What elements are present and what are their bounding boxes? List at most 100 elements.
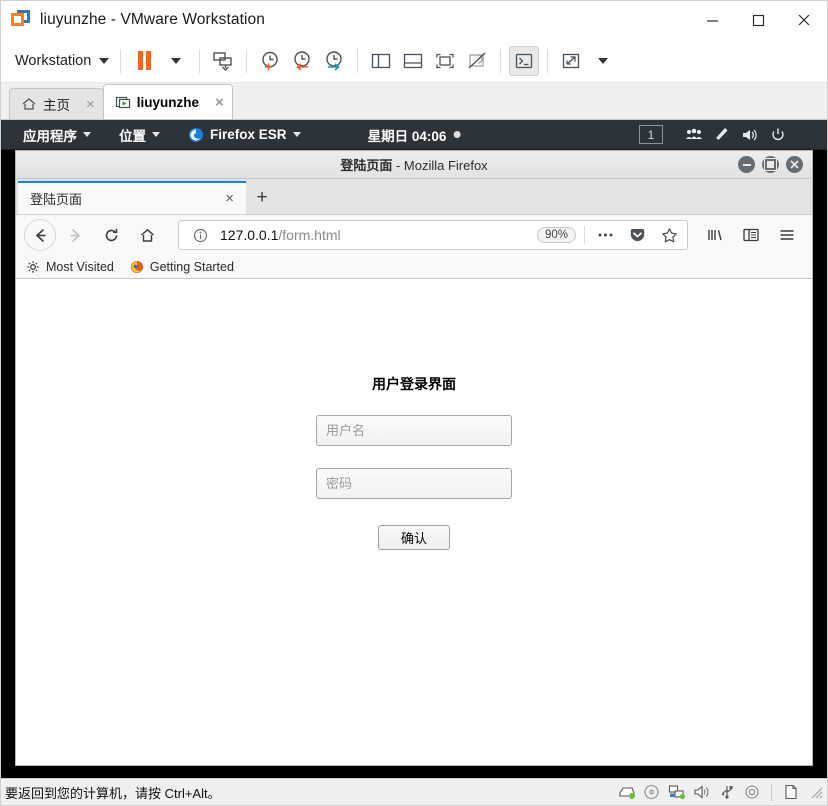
- chevron-down-icon[interactable]: [793, 123, 819, 147]
- gnome-tray: 1: [639, 123, 827, 147]
- snapshot-manager-button[interactable]: [319, 46, 349, 76]
- page-content-area: 用户登录界面 确认: [16, 279, 812, 765]
- printer-icon[interactable]: [741, 782, 763, 802]
- home-button[interactable]: [130, 220, 164, 250]
- sound-card-icon[interactable]: [691, 782, 713, 802]
- password-input[interactable]: [316, 468, 512, 499]
- show-thumbnails-button[interactable]: [398, 46, 428, 76]
- hamburger-icon: [780, 230, 794, 240]
- info-circle-icon[interactable]: [188, 224, 212, 246]
- document-icon[interactable]: [780, 782, 802, 802]
- gear-icon: [26, 260, 40, 273]
- reload-icon: [105, 228, 117, 241]
- revert-snapshot-button[interactable]: [287, 46, 317, 76]
- page-actions-ellipsis-icon[interactable]: [593, 224, 617, 246]
- forward-button[interactable]: [58, 220, 92, 250]
- power-icon[interactable]: [765, 123, 791, 147]
- vmware-titlebar: liuyunzhe - VMware Workstation: [1, 1, 827, 39]
- bookmark-getting-started-label: Getting Started: [149, 259, 234, 274]
- ff-minimize-button[interactable]: [738, 156, 755, 173]
- sidebar-button[interactable]: [734, 220, 768, 250]
- firefox-icon: [130, 260, 143, 273]
- gnome-clock[interactable]: 星期日 04:06: [368, 125, 461, 145]
- firefox-window: 登陆页面 - Mozilla Firefox 登陆页面 × + 127.0.0.…: [15, 150, 813, 766]
- firefox-tab-label: 登陆页面: [30, 192, 83, 207]
- bookmark-getting-started[interactable]: Getting Started: [130, 260, 234, 274]
- statusbar-divider: [771, 783, 772, 801]
- gnome-places-menu[interactable]: 位置: [101, 120, 170, 150]
- clock-label: 星期日 04:06: [367, 128, 447, 144]
- page-title: 用户登录界面: [372, 376, 456, 392]
- unity-mode-icon: [468, 52, 486, 68]
- chevron-down-icon: [171, 57, 182, 64]
- applications-label: 应用程序: [23, 128, 77, 144]
- users-icon[interactable]: [681, 123, 707, 147]
- unity-mode-button[interactable]: [462, 46, 492, 76]
- pocket-icon[interactable]: [625, 224, 649, 246]
- firefox-new-tab-button[interactable]: +: [246, 181, 278, 214]
- reload-button[interactable]: [94, 220, 128, 250]
- console-button[interactable]: [509, 45, 540, 76]
- tab-home[interactable]: 主页 ×: [9, 88, 104, 119]
- show-library-button[interactable]: [366, 46, 396, 76]
- network-adapter-icon[interactable]: [666, 782, 688, 802]
- bookmarks-toolbar: Most Visited Getting Started: [16, 255, 812, 279]
- back-button[interactable]: [24, 219, 56, 251]
- vmware-logo-icon: [11, 10, 31, 30]
- ff-close-button[interactable]: [786, 156, 803, 173]
- firefox-tab-close-icon[interactable]: ×: [221, 190, 238, 207]
- gnome-firefox-launcher[interactable]: Firefox ESR: [170, 120, 311, 150]
- tab-liuyunzhe-close[interactable]: ×: [215, 95, 224, 110]
- volume-icon[interactable]: [737, 123, 763, 147]
- maximize-button[interactable]: [735, 1, 781, 39]
- menu-button[interactable]: [770, 220, 804, 250]
- username-input[interactable]: [316, 415, 512, 446]
- stretch-dropdown[interactable]: [588, 46, 618, 76]
- zoom-level-badge[interactable]: 90%: [536, 227, 576, 243]
- submit-button[interactable]: 确认: [378, 525, 450, 550]
- stretch-button[interactable]: [556, 46, 586, 76]
- workstation-menu-button[interactable]: Workstation: [1, 53, 113, 69]
- forward-arrow-icon: [70, 228, 80, 242]
- vmware-toolbar: Workstation: [1, 39, 827, 83]
- hard-disk-icon[interactable]: [616, 782, 638, 802]
- power-options-button[interactable]: [208, 46, 238, 76]
- workstation-menu-label: Workstation: [15, 52, 92, 69]
- fullscreen-button[interactable]: [430, 46, 460, 76]
- cd-dvd-icon[interactable]: [641, 782, 663, 802]
- snapshot-button[interactable]: [255, 46, 285, 76]
- firefox-navbar: 127.0.0.1/form.html 90%: [16, 215, 812, 255]
- suspend-button[interactable]: [129, 46, 159, 76]
- workspace-switcher[interactable]: 1: [639, 125, 663, 144]
- input-method-icon[interactable]: [709, 123, 735, 147]
- star-icon[interactable]: [657, 224, 681, 246]
- toolbar-divider: [547, 48, 549, 73]
- url-bar[interactable]: 127.0.0.1/form.html 90%: [178, 220, 688, 250]
- usb-controller-icon[interactable]: [716, 782, 738, 802]
- suspend-dropdown[interactable]: [161, 46, 191, 76]
- library-button[interactable]: [698, 220, 732, 250]
- fullscreen-icon: [436, 53, 454, 68]
- resize-grip-icon[interactable]: [809, 785, 823, 799]
- urlbar-divider: [584, 226, 585, 244]
- toolbar-divider: [246, 48, 248, 73]
- tab-home-close[interactable]: ×: [86, 97, 95, 112]
- vmware-workstation-window: liuyunzhe - VMware Workstation Workstati…: [0, 0, 828, 806]
- close-button[interactable]: [781, 1, 827, 39]
- stretch-arrows-icon: [563, 53, 580, 68]
- gnome-applications-menu[interactable]: 应用程序: [1, 120, 101, 150]
- toolbar-divider: [199, 48, 201, 73]
- tab-liuyunzhe[interactable]: liuyunzhe ×: [102, 84, 233, 119]
- vmware-statusbar: 要返回到您的计算机，请按 Ctrl+Alt。: [1, 778, 827, 805]
- status-message: 要返回到您的计算机，请按 Ctrl+Alt。: [5, 785, 221, 801]
- tab-home-label: 主页: [43, 98, 70, 113]
- guest-screen[interactable]: 应用程序 位置 Firefox ESR 星期日 04:06 1 登陆页面 - M…: [1, 120, 827, 778]
- library-icon: [708, 230, 722, 241]
- ff-maximize-button[interactable]: [762, 156, 779, 173]
- device-status-icons: [616, 782, 827, 802]
- url-text[interactable]: 127.0.0.1/form.html: [220, 227, 529, 243]
- bookmark-most-visited[interactable]: Most Visited: [26, 260, 114, 274]
- toolbar-divider: [500, 48, 502, 73]
- firefox-tab-active[interactable]: 登陆页面 ×: [18, 181, 246, 214]
- minimize-button[interactable]: [689, 1, 735, 39]
